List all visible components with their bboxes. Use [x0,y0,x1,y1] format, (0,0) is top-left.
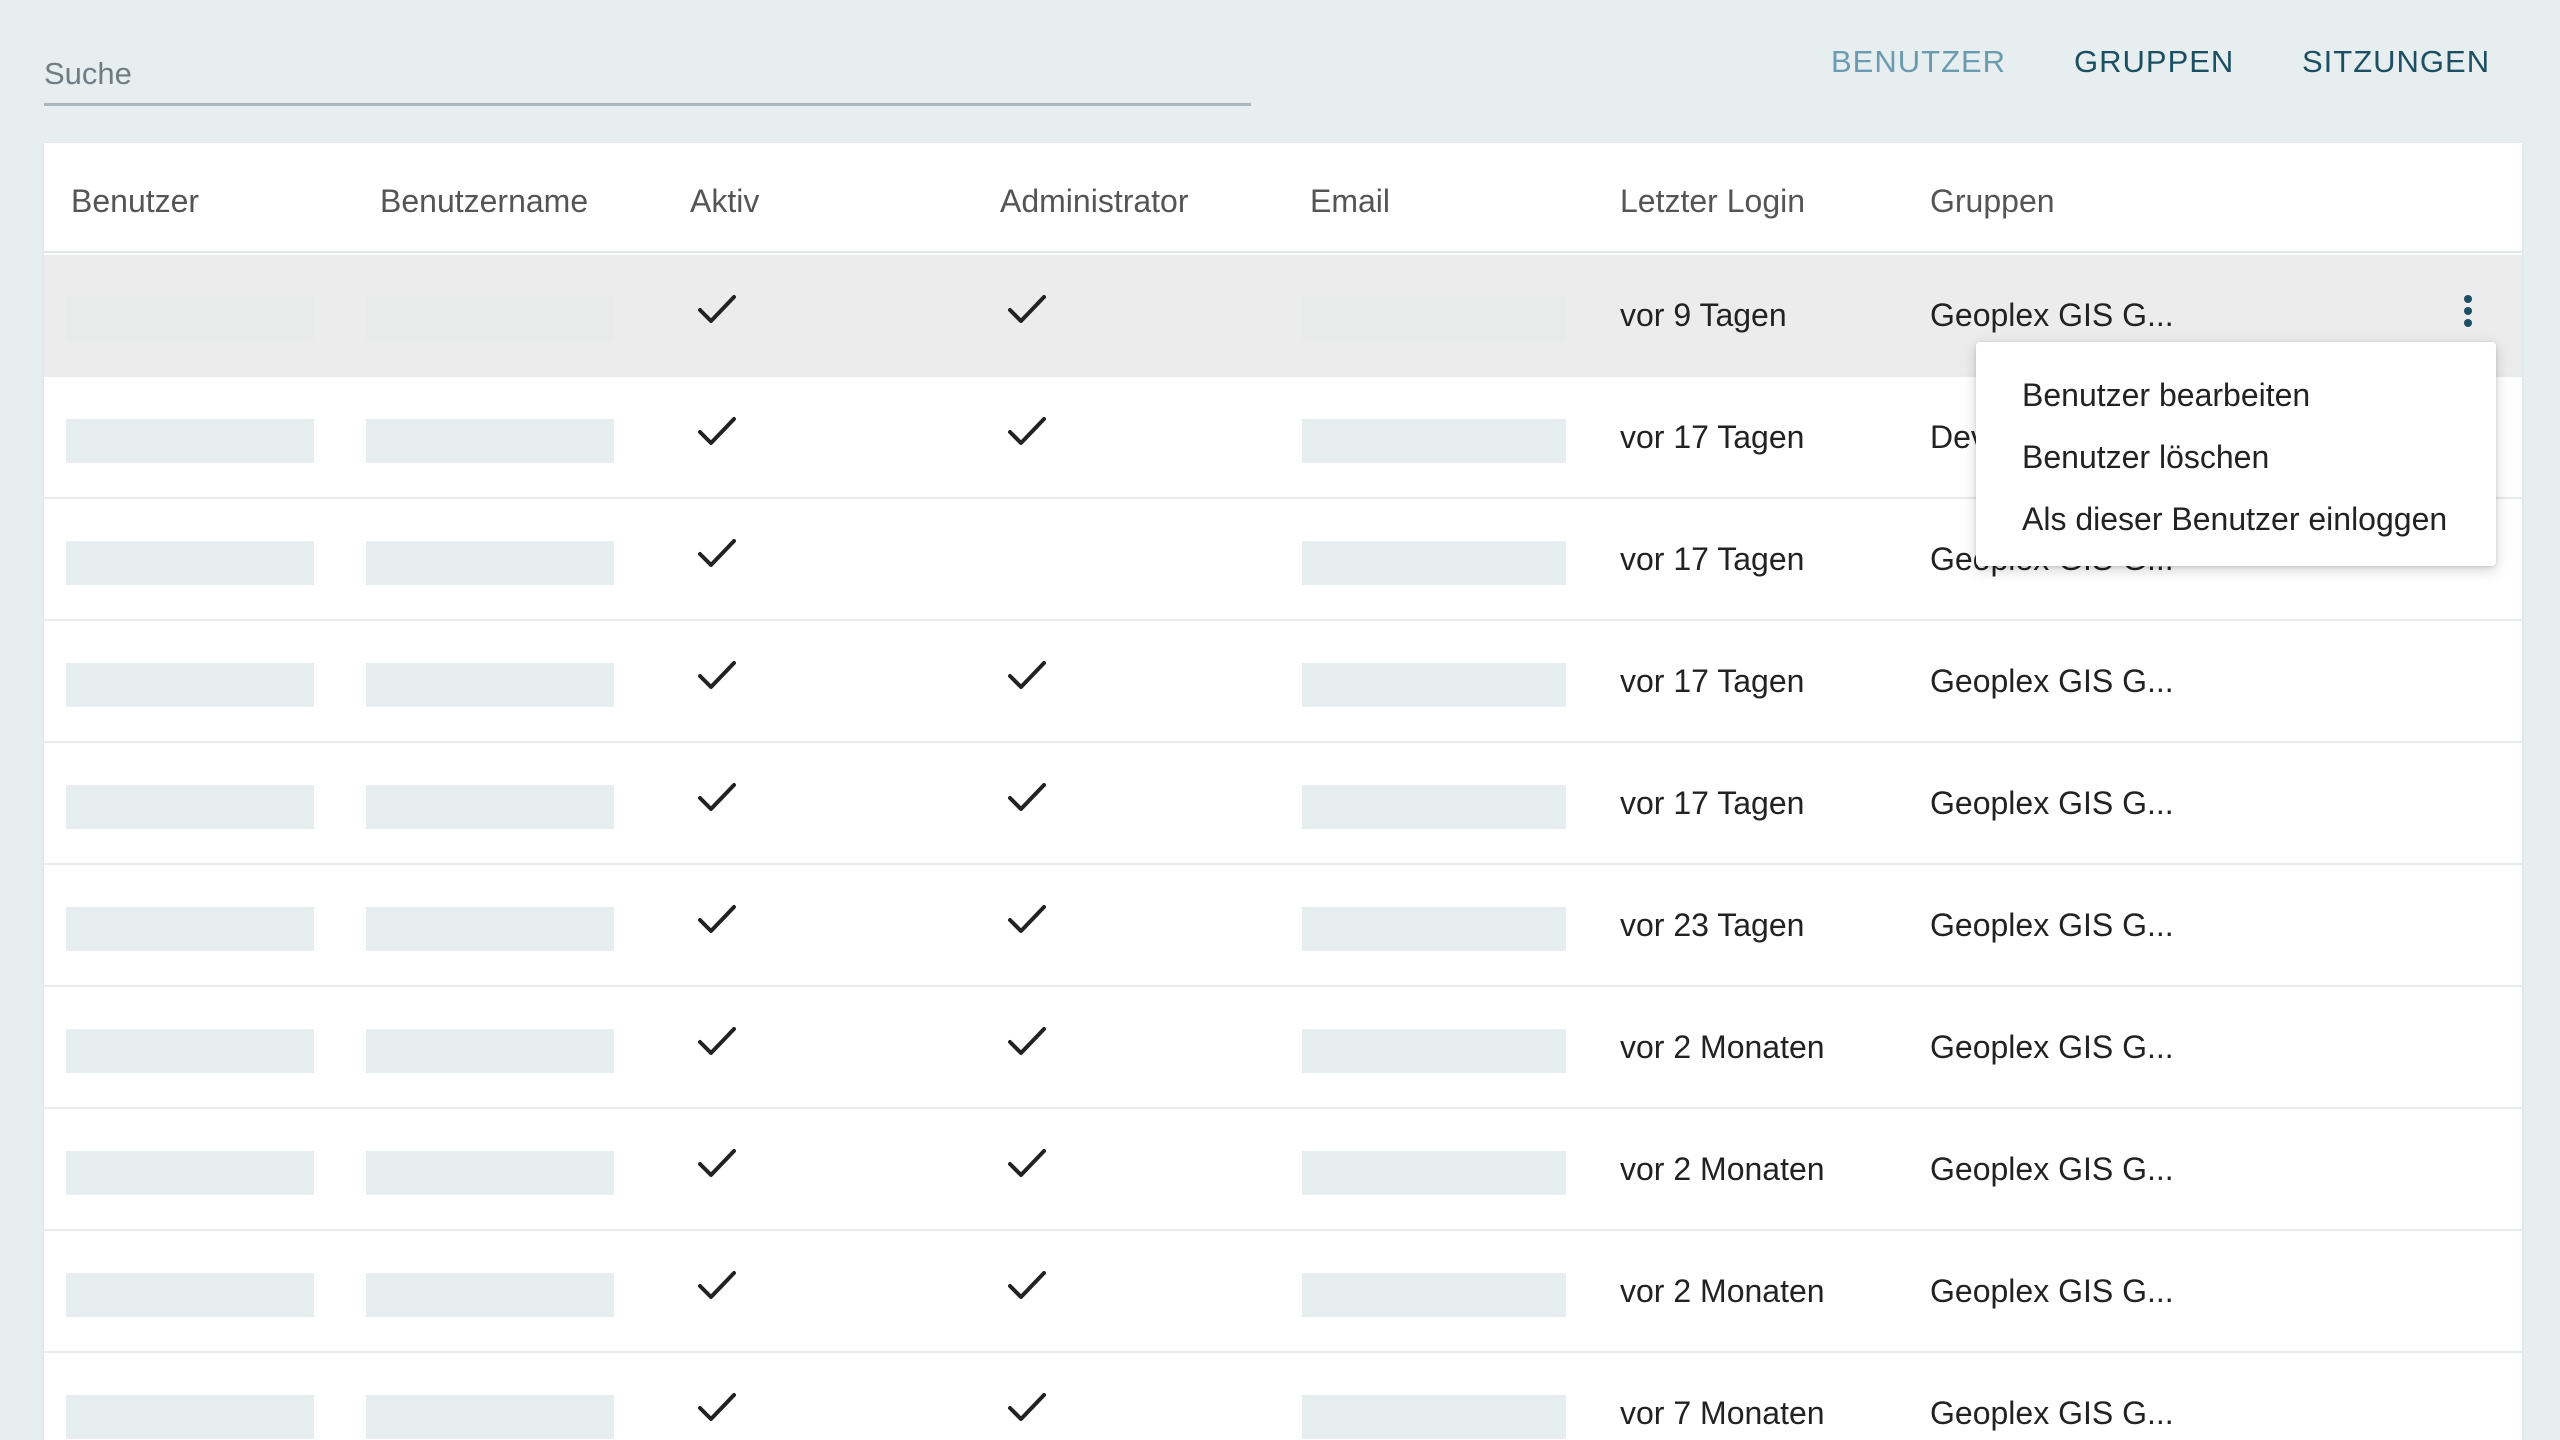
table-row[interactable]: vor 7 Monaten Geoplex GIS G... [44,1353,2522,1440]
last-login-cell: vor 7 Monaten [1620,1395,1825,1431]
nav-tab-sitzungen[interactable]: SITZUNGEN [2302,44,2490,80]
check-icon [1004,411,1050,451]
last-login-cell: vor 17 Tagen [1620,663,1805,699]
check-icon [694,899,740,939]
groups-cell: Geoplex GIS G... [1930,1151,2174,1187]
check-icon [694,411,740,451]
last-login-cell: vor 17 Tagen [1620,541,1805,577]
redacted-username [366,907,614,951]
redacted-email [1302,907,1566,951]
column-header-administrator[interactable]: Administrator [1000,183,1189,220]
redacted-username [366,663,614,707]
check-icon [694,1021,740,1061]
redacted-email [1302,419,1566,463]
last-login-cell: vor 2 Monaten [1620,1273,1825,1309]
redacted-user [66,1395,314,1439]
redacted-email [1302,1151,1566,1195]
redacted-email [1302,1395,1566,1439]
redacted-user [66,297,314,341]
menu-item-login-as-user[interactable]: Als dieser Benutzer einloggen [1976,488,2496,550]
check-icon [1004,1143,1050,1183]
check-icon [694,777,740,817]
check-icon [1004,1265,1050,1305]
redacted-user [66,785,314,829]
column-header-benutzername[interactable]: Benutzername [380,183,588,220]
last-login-cell: vor 23 Tagen [1620,907,1805,943]
redacted-user [66,541,314,585]
last-login-cell: vor 2 Monaten [1620,1029,1825,1065]
redacted-user [66,1029,314,1073]
redacted-email [1302,663,1566,707]
column-header-aktiv[interactable]: Aktiv [690,183,759,220]
check-icon [1004,289,1050,329]
check-icon [1004,1021,1050,1061]
redacted-email [1302,1273,1566,1317]
groups-cell: Geoplex GIS G... [1930,785,2174,821]
last-login-cell: vor 9 Tagen [1620,297,1787,333]
users-table: Benutzer Benutzername Aktiv Administrato… [44,143,2522,1440]
redacted-username [366,785,614,829]
redacted-user [66,663,314,707]
column-header-email[interactable]: Email [1310,183,1390,220]
check-icon [1004,777,1050,817]
top-bar: BENUTZER GRUPPEN SITZUNGEN [0,0,2560,130]
groups-cell: Geoplex GIS G... [1930,1273,2174,1309]
menu-item-delete-user[interactable]: Benutzer löschen [1976,426,2496,488]
redacted-email [1302,297,1566,341]
table-header: Benutzer Benutzername Aktiv Administrato… [44,143,2522,253]
redacted-username [366,541,614,585]
table-row[interactable]: vor 2 Monaten Geoplex GIS G... [44,1231,2522,1353]
redacted-username [366,419,614,463]
check-icon [694,533,740,573]
redacted-email [1302,541,1566,585]
table-row[interactable]: vor 2 Monaten Geoplex GIS G... [44,987,2522,1109]
nav-tab-gruppen[interactable]: GRUPPEN [2074,44,2234,80]
column-header-gruppen[interactable]: Gruppen [1930,183,2055,220]
redacted-username [366,1151,614,1195]
table-row[interactable]: vor 17 Tagen Geoplex GIS G... [44,621,2522,743]
last-login-cell: vor 17 Tagen [1620,785,1805,821]
check-icon [1004,899,1050,939]
check-icon [694,655,740,695]
table-row[interactable]: vor 23 Tagen Geoplex GIS G... [44,865,2522,987]
groups-cell: Geoplex GIS G... [1930,663,2174,699]
menu-item-edit-user[interactable]: Benutzer bearbeiten [1976,364,2496,426]
groups-cell: Geoplex GIS G... [1930,1029,2174,1065]
last-login-cell: vor 2 Monaten [1620,1151,1825,1187]
redacted-user [66,1273,314,1317]
groups-cell: Geoplex GIS G... [1930,297,2174,333]
more-vertical-icon[interactable] [2448,289,2488,333]
check-icon [694,1387,740,1427]
column-header-letzter-login[interactable]: Letzter Login [1620,183,1805,220]
groups-cell: Geoplex GIS G... [1930,1395,2174,1431]
groups-cell: Geoplex GIS G... [1930,907,2174,943]
redacted-email [1302,785,1566,829]
redacted-user [66,907,314,951]
check-icon [1004,655,1050,695]
row-context-menu: Benutzer bearbeiten Benutzer löschen Als… [1976,342,2496,566]
redacted-username [366,1029,614,1073]
table-row[interactable]: vor 17 Tagen Geoplex GIS G... [44,743,2522,865]
redacted-user [66,419,314,463]
redacted-username [366,1395,614,1439]
check-icon [1004,1387,1050,1427]
redacted-user [66,1151,314,1195]
redacted-username [366,1273,614,1317]
check-icon [694,1265,740,1305]
check-icon [694,289,740,329]
last-login-cell: vor 17 Tagen [1620,419,1805,455]
check-icon [694,1143,740,1183]
top-nav: BENUTZER GRUPPEN SITZUNGEN [0,44,2560,84]
nav-tab-benutzer[interactable]: BENUTZER [1831,44,2006,80]
column-header-benutzer[interactable]: Benutzer [71,183,199,220]
redacted-email [1302,1029,1566,1073]
redacted-username [366,297,614,341]
table-row[interactable]: vor 2 Monaten Geoplex GIS G... [44,1109,2522,1231]
